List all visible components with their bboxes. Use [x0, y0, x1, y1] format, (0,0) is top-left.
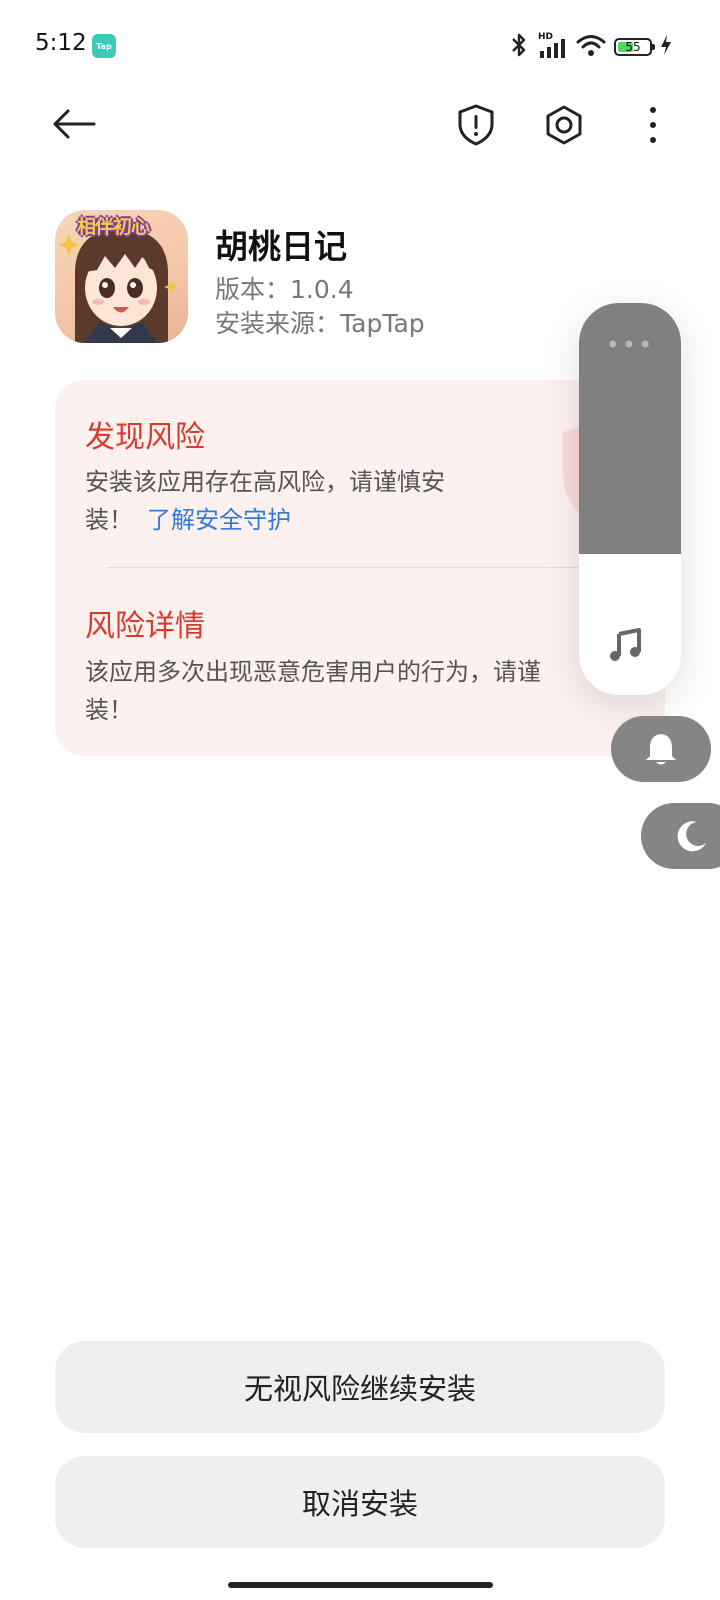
back-button[interactable] [46, 96, 102, 152]
more-button[interactable] [625, 97, 681, 153]
app-icon: 相伴初心 [55, 210, 188, 343]
charging-icon [660, 34, 672, 60]
more-dots-icon: ••• [605, 331, 655, 359]
status-bar: 5:12 Tap HD 55 [0, 0, 720, 92]
moon-icon [677, 821, 706, 852]
status-time: 5:12 [35, 30, 87, 56]
more-icon [650, 107, 656, 143]
music-note-icon [609, 628, 643, 666]
bell-icon [646, 734, 676, 765]
signal-icon: HD [538, 32, 568, 60]
security-protection-link[interactable]: 了解安全守护 [147, 506, 291, 534]
app-name: 胡桃日记 [215, 227, 347, 266]
wifi-icon [576, 33, 606, 61]
risk-details-text: 该应用多次出现恶意危害用户的行为，请谨 装！ [85, 653, 645, 729]
risk-description-line: 安装该应用存在高风险，请谨慎安 [85, 468, 445, 496]
risk-description-line-2: 装！ 了解安全守护 [85, 501, 645, 539]
battery-icon: 55 [614, 38, 655, 56]
continue-install-button[interactable]: 无视风险继续安装 [55, 1341, 665, 1433]
security-button[interactable] [448, 97, 504, 153]
volume-slider[interactable]: ••• [579, 303, 681, 695]
ring-mode-button[interactable] [611, 716, 711, 782]
back-arrow-icon [53, 109, 96, 139]
divider [107, 567, 635, 568]
cancel-install-button[interactable]: 取消安装 [55, 1456, 665, 1548]
home-indicator[interactable] [228, 1582, 493, 1588]
risk-details-line: 装！ [85, 696, 133, 724]
settings-icon [546, 105, 582, 145]
risk-card: 发现风险 安装该应用存在高风险，请谨慎安 装！ 了解安全守护 风险详情 该应用多次… [55, 380, 665, 756]
settings-button[interactable] [536, 97, 592, 153]
battery-level: 55 [625, 40, 641, 54]
risk-details-title: 风险详情 [85, 609, 205, 644]
risk-description: 安装该应用存在高风险，请谨慎安 装！ 了解安全守护 [85, 463, 645, 539]
app-icon-logo-text: 相伴初心 [77, 216, 150, 238]
risk-title: 发现风险 [85, 420, 205, 455]
shield-alert-icon [458, 104, 494, 146]
risk-details-line: 该应用多次出现恶意危害用户的行为，请谨 [85, 658, 541, 686]
battery-tip [652, 44, 655, 50]
status-icons: HD 55 [508, 32, 672, 62]
app-version: 版本：1.0.4 [215, 275, 354, 304]
risk-description-line: 装！ [85, 506, 133, 534]
taptap-notification-icon: Tap [92, 34, 116, 58]
install-source: 安装来源：TapTap [215, 309, 425, 338]
bluetooth-icon [508, 32, 530, 62]
do-not-disturb-button[interactable] [641, 803, 720, 869]
